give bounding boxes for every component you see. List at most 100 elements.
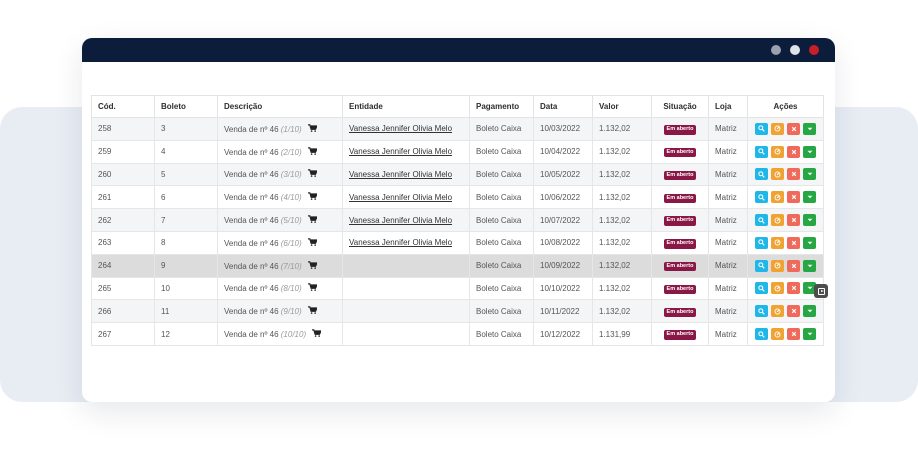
view-button[interactable]	[755, 305, 768, 318]
delete-button[interactable]	[787, 259, 800, 272]
row-actions	[754, 214, 817, 227]
entidade-link[interactable]: Vanessa Jennifer Olivia Melo	[349, 147, 452, 156]
header-loja[interactable]: Loja	[708, 95, 748, 118]
edit-button[interactable]	[771, 236, 784, 249]
table-row[interactable]: 265 10 Venda de nº 46 (8/10) Boleto Caixa 10…	[91, 276, 824, 301]
cell-cod: 261	[91, 185, 155, 210]
edit-button[interactable]	[771, 328, 784, 341]
more-dropdown-button[interactable]	[803, 145, 816, 158]
view-button[interactable]	[755, 282, 768, 295]
view-button[interactable]	[755, 214, 768, 227]
edit-button[interactable]	[771, 168, 784, 181]
shopping-cart-icon[interactable]	[312, 329, 322, 339]
shopping-cart-icon[interactable]	[307, 169, 318, 179]
table-row[interactable]: 261 6 Venda de nº 46 (4/10) Vanessa Jennife…	[91, 185, 824, 210]
cell-situacao: Em aberto	[651, 185, 709, 210]
cell-boleto: 3	[154, 117, 218, 141]
caret-down-icon	[807, 310, 812, 313]
more-dropdown-button[interactable]	[803, 122, 816, 135]
table-row[interactable]: 258 3 Venda de nº 46 (1/10) Vanessa Jennife…	[91, 117, 824, 141]
entidade-link[interactable]: Vanessa Jennifer Olivia Melo	[349, 216, 452, 225]
shopping-cart-icon[interactable]	[307, 283, 318, 293]
more-dropdown-button[interactable]	[803, 305, 816, 318]
view-button[interactable]	[755, 259, 768, 272]
header-pagamento[interactable]: Pagamento	[469, 95, 534, 118]
entidade-link[interactable]: Vanessa Jennifer Olivia Melo	[349, 124, 452, 133]
header-descricao[interactable]: Descrição	[217, 95, 343, 118]
row-actions	[754, 145, 817, 158]
view-button[interactable]	[755, 191, 768, 204]
shopping-cart-icon[interactable]	[307, 215, 318, 225]
header-entidade[interactable]: Entidade	[342, 95, 470, 118]
delete-button[interactable]	[787, 168, 800, 181]
more-dropdown-button[interactable]	[803, 236, 816, 249]
window-dot-minimize[interactable]	[771, 45, 781, 55]
window-dot-maximize[interactable]	[790, 45, 800, 55]
edit-button[interactable]	[771, 191, 784, 204]
cell-loja: Matriz	[708, 139, 748, 164]
table-row[interactable]: 262 7 Venda de nº 46 (5/10) Vanessa Jennife…	[91, 208, 824, 232]
header-cod[interactable]: Cód.	[91, 95, 155, 118]
edit-icon	[774, 194, 781, 201]
shopping-cart-icon[interactable]	[307, 146, 318, 157]
cell-boleto: 10	[154, 276, 218, 301]
table-row[interactable]: 259 4 Venda de nº 46 (2/10) Vanessa Jennife…	[91, 139, 824, 164]
edit-icon	[774, 285, 781, 292]
header-data[interactable]: Data	[533, 95, 593, 118]
edit-button[interactable]	[771, 145, 784, 158]
cell-pagamento: Boleto Caixa	[469, 117, 534, 141]
row-actions	[754, 236, 817, 249]
shopping-cart-icon[interactable]	[307, 238, 318, 248]
edit-button[interactable]	[771, 214, 784, 227]
delete-button[interactable]	[787, 214, 800, 227]
view-button[interactable]	[755, 328, 768, 341]
edit-button[interactable]	[771, 282, 784, 295]
header-valor[interactable]: Valor	[592, 95, 652, 118]
cell-entidade	[342, 276, 470, 301]
status-badge: Em aberto	[663, 307, 697, 318]
edit-button[interactable]	[771, 305, 784, 318]
cell-situacao: Em aberto	[651, 162, 709, 187]
cell-descricao: Venda de nº 46 (9/10)	[217, 299, 343, 324]
delete-button[interactable]	[787, 191, 800, 204]
table-row[interactable]: 266 11 Venda de nº 46 (9/10) Boleto Caixa 10…	[91, 299, 824, 324]
delete-button[interactable]	[787, 122, 800, 135]
view-button[interactable]	[755, 122, 768, 135]
more-dropdown-button[interactable]	[803, 214, 816, 227]
header-boleto[interactable]: Boleto	[154, 95, 218, 118]
more-dropdown-button[interactable]	[803, 168, 816, 181]
search-icon	[758, 308, 765, 315]
cell-boleto: 12	[154, 322, 218, 346]
edit-button[interactable]	[771, 259, 784, 272]
table-row[interactable]: 264 9 Venda de nº 46 (7/10) Boleto Caixa 10/…	[91, 253, 824, 278]
cell-pagamento: Boleto Caixa	[469, 230, 534, 255]
more-dropdown-button[interactable]	[803, 191, 816, 204]
cell-pagamento: Boleto Caixa	[469, 208, 534, 232]
view-button[interactable]	[755, 168, 768, 181]
table-row[interactable]: 263 8 Venda de nº 46 (6/10) Vanessa Jennife…	[91, 230, 824, 255]
shopping-cart-icon[interactable]	[307, 260, 318, 271]
window-dot-close[interactable]	[809, 45, 819, 55]
view-button[interactable]	[755, 145, 768, 158]
more-dropdown-button[interactable]	[803, 328, 816, 341]
delete-button[interactable]	[787, 236, 800, 249]
shopping-cart-icon[interactable]	[307, 306, 318, 316]
side-panel-toggle-icon[interactable]	[814, 284, 828, 298]
entidade-link[interactable]: Vanessa Jennifer Olivia Melo	[349, 193, 452, 202]
descricao-text: Venda de nº 46	[224, 147, 279, 157]
table-row[interactable]: 260 5 Venda de nº 46 (3/10) Vanessa Jennife…	[91, 162, 824, 187]
shopping-cart-icon[interactable]	[307, 192, 318, 202]
entidade-link[interactable]: Vanessa Jennifer Olivia Melo	[349, 170, 452, 179]
header-situacao[interactable]: Situação	[651, 95, 709, 118]
delete-button[interactable]	[787, 145, 800, 158]
table-row[interactable]: 267 12 Venda de nº 46 (10/10) Boleto Caixa 1…	[91, 322, 824, 346]
cell-pagamento: Boleto Caixa	[469, 162, 534, 187]
edit-button[interactable]	[771, 122, 784, 135]
delete-button[interactable]	[787, 328, 800, 341]
delete-button[interactable]	[787, 282, 800, 295]
more-dropdown-button[interactable]	[803, 259, 816, 272]
shopping-cart-icon[interactable]	[307, 124, 318, 134]
delete-button[interactable]	[787, 305, 800, 318]
entidade-link[interactable]: Vanessa Jennifer Olivia Melo	[349, 238, 452, 247]
view-button[interactable]	[755, 236, 768, 249]
